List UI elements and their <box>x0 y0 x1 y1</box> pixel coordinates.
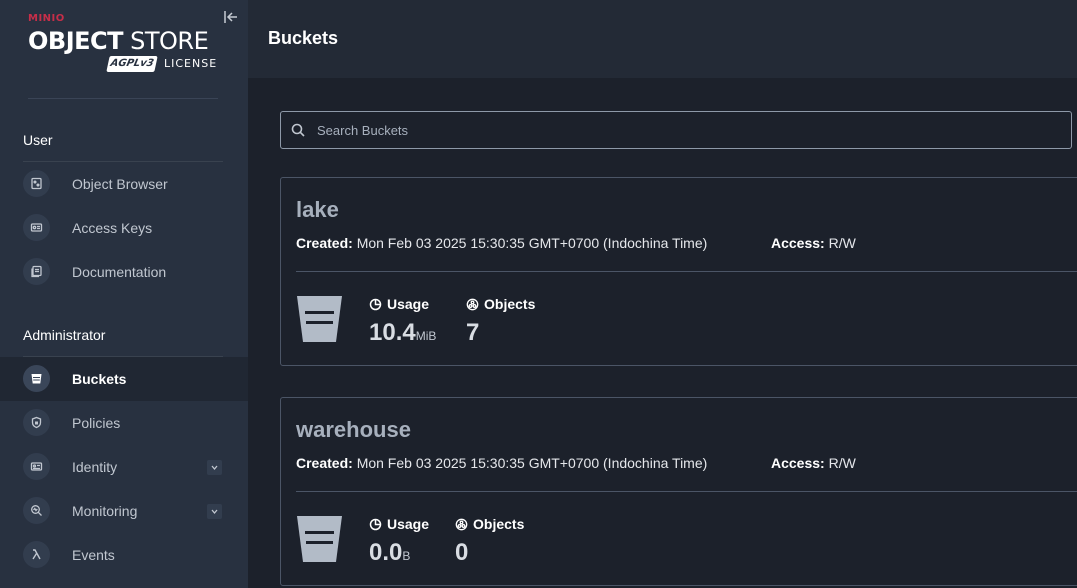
page-title: Buckets <box>268 28 339 48</box>
usage-label: Usage <box>369 296 429 312</box>
usage-value: 0.0B <box>369 539 411 566</box>
object-browser-icon <box>23 170 50 197</box>
objects-icon <box>466 298 479 310</box>
sidebar-item-label: Policies <box>72 415 121 431</box>
sidebar-item-label: Object Browser <box>72 176 168 192</box>
page-header: Buckets <box>248 0 1077 78</box>
bucket-icon <box>297 516 342 562</box>
agpl-badge: AGPLv3 <box>106 56 158 72</box>
sidebar-item-label: Access Keys <box>72 220 153 236</box>
bucket-name[interactable]: warehouse <box>296 417 411 443</box>
card-divider <box>296 271 1077 272</box>
license-text: LICENSE <box>164 57 218 70</box>
sidebar-item-identity[interactable]: Identity <box>0 445 248 489</box>
sidebar-item-label: Monitoring <box>72 503 138 519</box>
chevron-down-icon[interactable] <box>207 460 222 475</box>
brand-divider <box>28 98 218 99</box>
sidebar-item-monitoring[interactable]: Monitoring <box>0 489 248 533</box>
objects-label: Objects <box>466 296 535 312</box>
chevron-down-icon[interactable] <box>207 504 222 519</box>
search-icon <box>290 122 306 138</box>
bucket-created: Created: Mon Feb 03 2025 15:30:35 GMT+07… <box>296 235 708 251</box>
usage-value: 10.4MiB <box>369 319 437 346</box>
sidebar-item-label: Events <box>72 547 115 563</box>
sidebar-item-label: Buckets <box>72 371 127 387</box>
bucket-card-warehouse[interactable]: warehouse Created: Mon Feb 03 2025 15:30… <box>280 397 1077 586</box>
monitoring-icon <box>23 497 50 524</box>
sidebar-item-access-keys[interactable]: Access Keys <box>0 206 248 250</box>
usage-label: Usage <box>369 516 429 532</box>
bucket-access: Access: R/W <box>771 455 856 471</box>
bucket-created: Created: Mon Feb 03 2025 15:30:35 GMT+07… <box>296 455 708 471</box>
search-input[interactable] <box>317 112 1057 148</box>
identity-card-icon <box>23 453 50 480</box>
sidebar: MINIO OBJECT STORE AGPLv3 LICENSE User O… <box>0 0 248 588</box>
bucket-icon <box>297 296 342 342</box>
sidebar-item-label: Documentation <box>72 264 167 280</box>
bucket-icon <box>23 365 50 392</box>
bucket-card-lake[interactable]: lake Created: Mon Feb 03 2025 15:30:35 G… <box>280 177 1077 366</box>
documentation-icon <box>23 258 50 285</box>
sidebar-item-documentation[interactable]: Documentation <box>0 250 248 294</box>
search-bar[interactable] <box>280 111 1072 149</box>
brand-main-text: OBJECT STORE <box>28 27 209 55</box>
administrator-section-title: Administrator <box>23 327 106 343</box>
collapse-sidebar-icon[interactable] <box>222 8 240 26</box>
sidebar-item-object-browser[interactable]: Object Browser <box>0 162 248 206</box>
bucket-name[interactable]: lake <box>296 197 339 223</box>
sidebar-item-buckets[interactable]: Buckets <box>0 357 248 401</box>
pie-chart-icon <box>369 298 382 310</box>
access-keys-icon <box>23 214 50 241</box>
objects-icon <box>455 518 468 530</box>
policy-shield-icon <box>23 409 50 436</box>
sidebar-item-events[interactable]: Events <box>0 533 248 577</box>
objects-value: 7 <box>466 319 480 346</box>
sidebar-item-label: Identity <box>72 459 118 475</box>
minio-logo[interactable]: MINIO OBJECT STORE AGPLv3 LICENSE <box>28 13 223 73</box>
brand-top-text: MINIO <box>28 13 65 24</box>
objects-label: Objects <box>455 516 524 532</box>
pie-chart-icon <box>369 518 382 530</box>
sidebar-item-policies[interactable]: Policies <box>0 401 248 445</box>
user-section-title: User <box>23 132 53 148</box>
objects-value: 0 <box>455 539 469 566</box>
bucket-access: Access: R/W <box>771 235 856 251</box>
lambda-icon <box>23 541 50 568</box>
card-divider <box>296 491 1077 492</box>
